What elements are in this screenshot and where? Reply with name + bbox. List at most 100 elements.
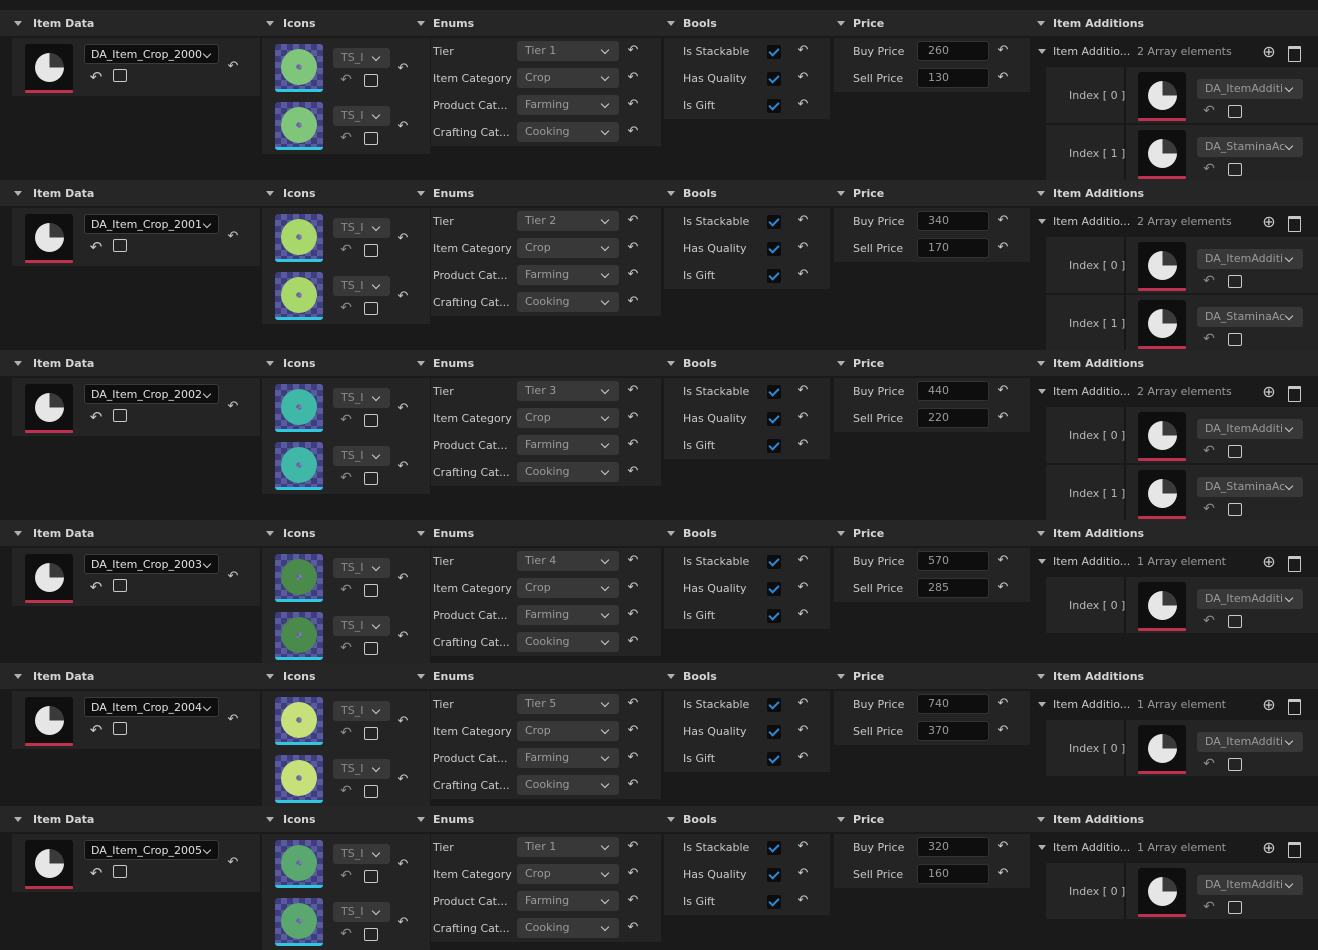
- addition-asset-combo[interactable]: DA_ItemAdditi: [1197, 589, 1303, 609]
- is-stackable-checkbox[interactable]: [767, 698, 781, 712]
- use-selected-icon[interactable]: ↶: [338, 470, 354, 486]
- texture-thumbnail[interactable]: [275, 840, 323, 888]
- reset-to-default-icon[interactable]: ↶: [795, 840, 811, 854]
- tier-dropdown[interactable]: Tier 1: [517, 837, 619, 857]
- use-selected-icon[interactable]: ↶: [1201, 103, 1217, 119]
- reset-to-default-icon[interactable]: ↶: [795, 554, 811, 568]
- browse-folder-icon[interactable]: [1228, 445, 1242, 458]
- texture-picker-combo[interactable]: TS_I: [333, 759, 390, 779]
- browse-folder-icon[interactable]: TS_I: [113, 865, 127, 878]
- delete-array-icon[interactable]: [1288, 842, 1301, 858]
- browse-folder-icon[interactable]: [364, 74, 378, 87]
- header-bools[interactable]: Bools: [683, 670, 717, 683]
- asset-picker-combo[interactable]: DA_Item_Crop_2001: [84, 214, 219, 234]
- texture-picker-combo[interactable]: TS_I: [333, 276, 390, 296]
- add-element-icon[interactable]: ⊕: [1261, 44, 1277, 60]
- reset-to-default-icon[interactable]: ↶: [625, 581, 641, 595]
- browse-folder-icon[interactable]: [364, 244, 378, 257]
- sell-price-input[interactable]: 130: [917, 68, 989, 88]
- use-selected-icon[interactable]: ↶: [1201, 613, 1217, 629]
- header-price[interactable]: Price: [853, 17, 884, 30]
- texture-thumbnail[interactable]: [275, 102, 323, 150]
- reset-to-default-icon[interactable]: ↶: [625, 44, 641, 58]
- addition-asset-combo[interactable]: DA_StaminaAc: [1197, 477, 1303, 497]
- has-quality-checkbox[interactable]: [767, 412, 781, 426]
- header-item-data[interactable]: Item Data: [33, 813, 94, 826]
- texture-thumbnail[interactable]: [275, 554, 323, 602]
- buy-price-input[interactable]: 570: [917, 551, 989, 571]
- tier-dropdown[interactable]: Tier 2: [517, 211, 619, 231]
- header-enums[interactable]: Enums: [433, 527, 474, 540]
- delete-array-icon[interactable]: [1288, 386, 1301, 402]
- collapse-arrow-icon[interactable]: [1038, 702, 1046, 707]
- texture-thumbnail[interactable]: [275, 44, 323, 92]
- header-icons[interactable]: Icons: [283, 187, 316, 200]
- reset-to-default-icon[interactable]: ↶: [795, 241, 811, 255]
- delete-array-icon[interactable]: [1288, 699, 1301, 715]
- collapse-arrow-icon[interactable]: [417, 817, 425, 822]
- collapse-arrow-icon[interactable]: [1038, 49, 1046, 54]
- use-selected-icon[interactable]: ↶: [1201, 331, 1217, 347]
- browse-folder-icon[interactable]: [1228, 901, 1242, 914]
- browse-folder-icon[interactable]: [364, 472, 378, 485]
- browse-folder-icon[interactable]: [364, 642, 378, 655]
- tier-dropdown[interactable]: Tier 5: [517, 694, 619, 714]
- addition-thumbnail[interactable]: [1138, 412, 1186, 461]
- addition-thumbnail[interactable]: [1138, 72, 1186, 121]
- header-item-additions[interactable]: Item Additions: [1053, 17, 1144, 30]
- crafting-dropdown[interactable]: Cooking: [517, 775, 619, 795]
- reset-to-default-icon[interactable]: ↶: [395, 572, 411, 586]
- addition-thumbnail[interactable]: [1138, 470, 1186, 519]
- browse-folder-icon[interactable]: TS_I: [113, 239, 127, 252]
- texture-thumbnail[interactable]: [275, 272, 323, 320]
- header-icons[interactable]: Icons: [283, 670, 316, 683]
- addition-thumbnail[interactable]: [1138, 300, 1186, 349]
- collapse-arrow-icon[interactable]: [837, 531, 845, 536]
- reset-to-default-icon[interactable]: ↶: [625, 465, 641, 479]
- crafting-dropdown[interactable]: Cooking: [517, 292, 619, 312]
- product-dropdown[interactable]: Farming: [517, 891, 619, 911]
- header-item-additions[interactable]: Item Additions: [1053, 670, 1144, 683]
- use-selected-icon[interactable]: ↶: [338, 640, 354, 656]
- reset-to-default-icon[interactable]: ↶: [795, 268, 811, 282]
- is-gift-checkbox[interactable]: [767, 895, 781, 909]
- browse-folder-icon[interactable]: [364, 727, 378, 740]
- collapse-arrow-icon[interactable]: [266, 21, 274, 26]
- product-dropdown[interactable]: Farming: [517, 265, 619, 285]
- header-item-data[interactable]: Item Data: [33, 17, 94, 30]
- texture-picker-combo[interactable]: TS_I: [333, 616, 390, 636]
- addition-asset-combo[interactable]: DA_ItemAdditi: [1197, 249, 1303, 269]
- use-selected-icon[interactable]: ↶: [338, 72, 354, 88]
- use-selected-icon[interactable]: ↶: [338, 868, 354, 884]
- header-price[interactable]: Price: [853, 813, 884, 826]
- reset-to-default-icon[interactable]: ↶: [225, 230, 241, 244]
- reset-to-default-icon[interactable]: ↶: [795, 724, 811, 738]
- has-quality-checkbox[interactable]: [767, 582, 781, 596]
- asset-picker-combo[interactable]: DA_Item_Crop_2000: [84, 44, 219, 64]
- asset-thumbnail[interactable]: [25, 840, 73, 889]
- collapse-arrow-icon[interactable]: [667, 674, 675, 679]
- collapse-arrow-icon[interactable]: [667, 817, 675, 822]
- collapse-arrow-icon[interactable]: [837, 817, 845, 822]
- use-selected-icon[interactable]: ↶: [88, 409, 104, 425]
- reset-to-default-icon[interactable]: ↶: [995, 214, 1011, 228]
- texture-thumbnail[interactable]: [275, 898, 323, 946]
- collapse-arrow-icon[interactable]: [667, 531, 675, 536]
- browse-folder-icon[interactable]: [364, 870, 378, 883]
- reset-to-default-icon[interactable]: ↶: [625, 894, 641, 908]
- add-element-icon[interactable]: ⊕: [1261, 554, 1277, 570]
- reset-to-default-icon[interactable]: ↶: [795, 438, 811, 452]
- add-element-icon[interactable]: ⊕: [1261, 214, 1277, 230]
- reset-to-default-icon[interactable]: ↶: [625, 125, 641, 139]
- texture-thumbnail[interactable]: [275, 384, 323, 432]
- reset-to-default-icon[interactable]: ↶: [995, 554, 1011, 568]
- reset-to-default-icon[interactable]: ↶: [795, 894, 811, 908]
- reset-to-default-icon[interactable]: ↶: [395, 62, 411, 76]
- reset-to-default-icon[interactable]: ↶: [395, 402, 411, 416]
- is-stackable-checkbox[interactable]: [767, 555, 781, 569]
- tier-dropdown[interactable]: Tier 4: [517, 551, 619, 571]
- reset-to-default-icon[interactable]: ↶: [225, 400, 241, 414]
- texture-thumbnail[interactable]: [275, 755, 323, 803]
- reset-to-default-icon[interactable]: ↶: [625, 778, 641, 792]
- reset-to-default-icon[interactable]: ↶: [395, 460, 411, 474]
